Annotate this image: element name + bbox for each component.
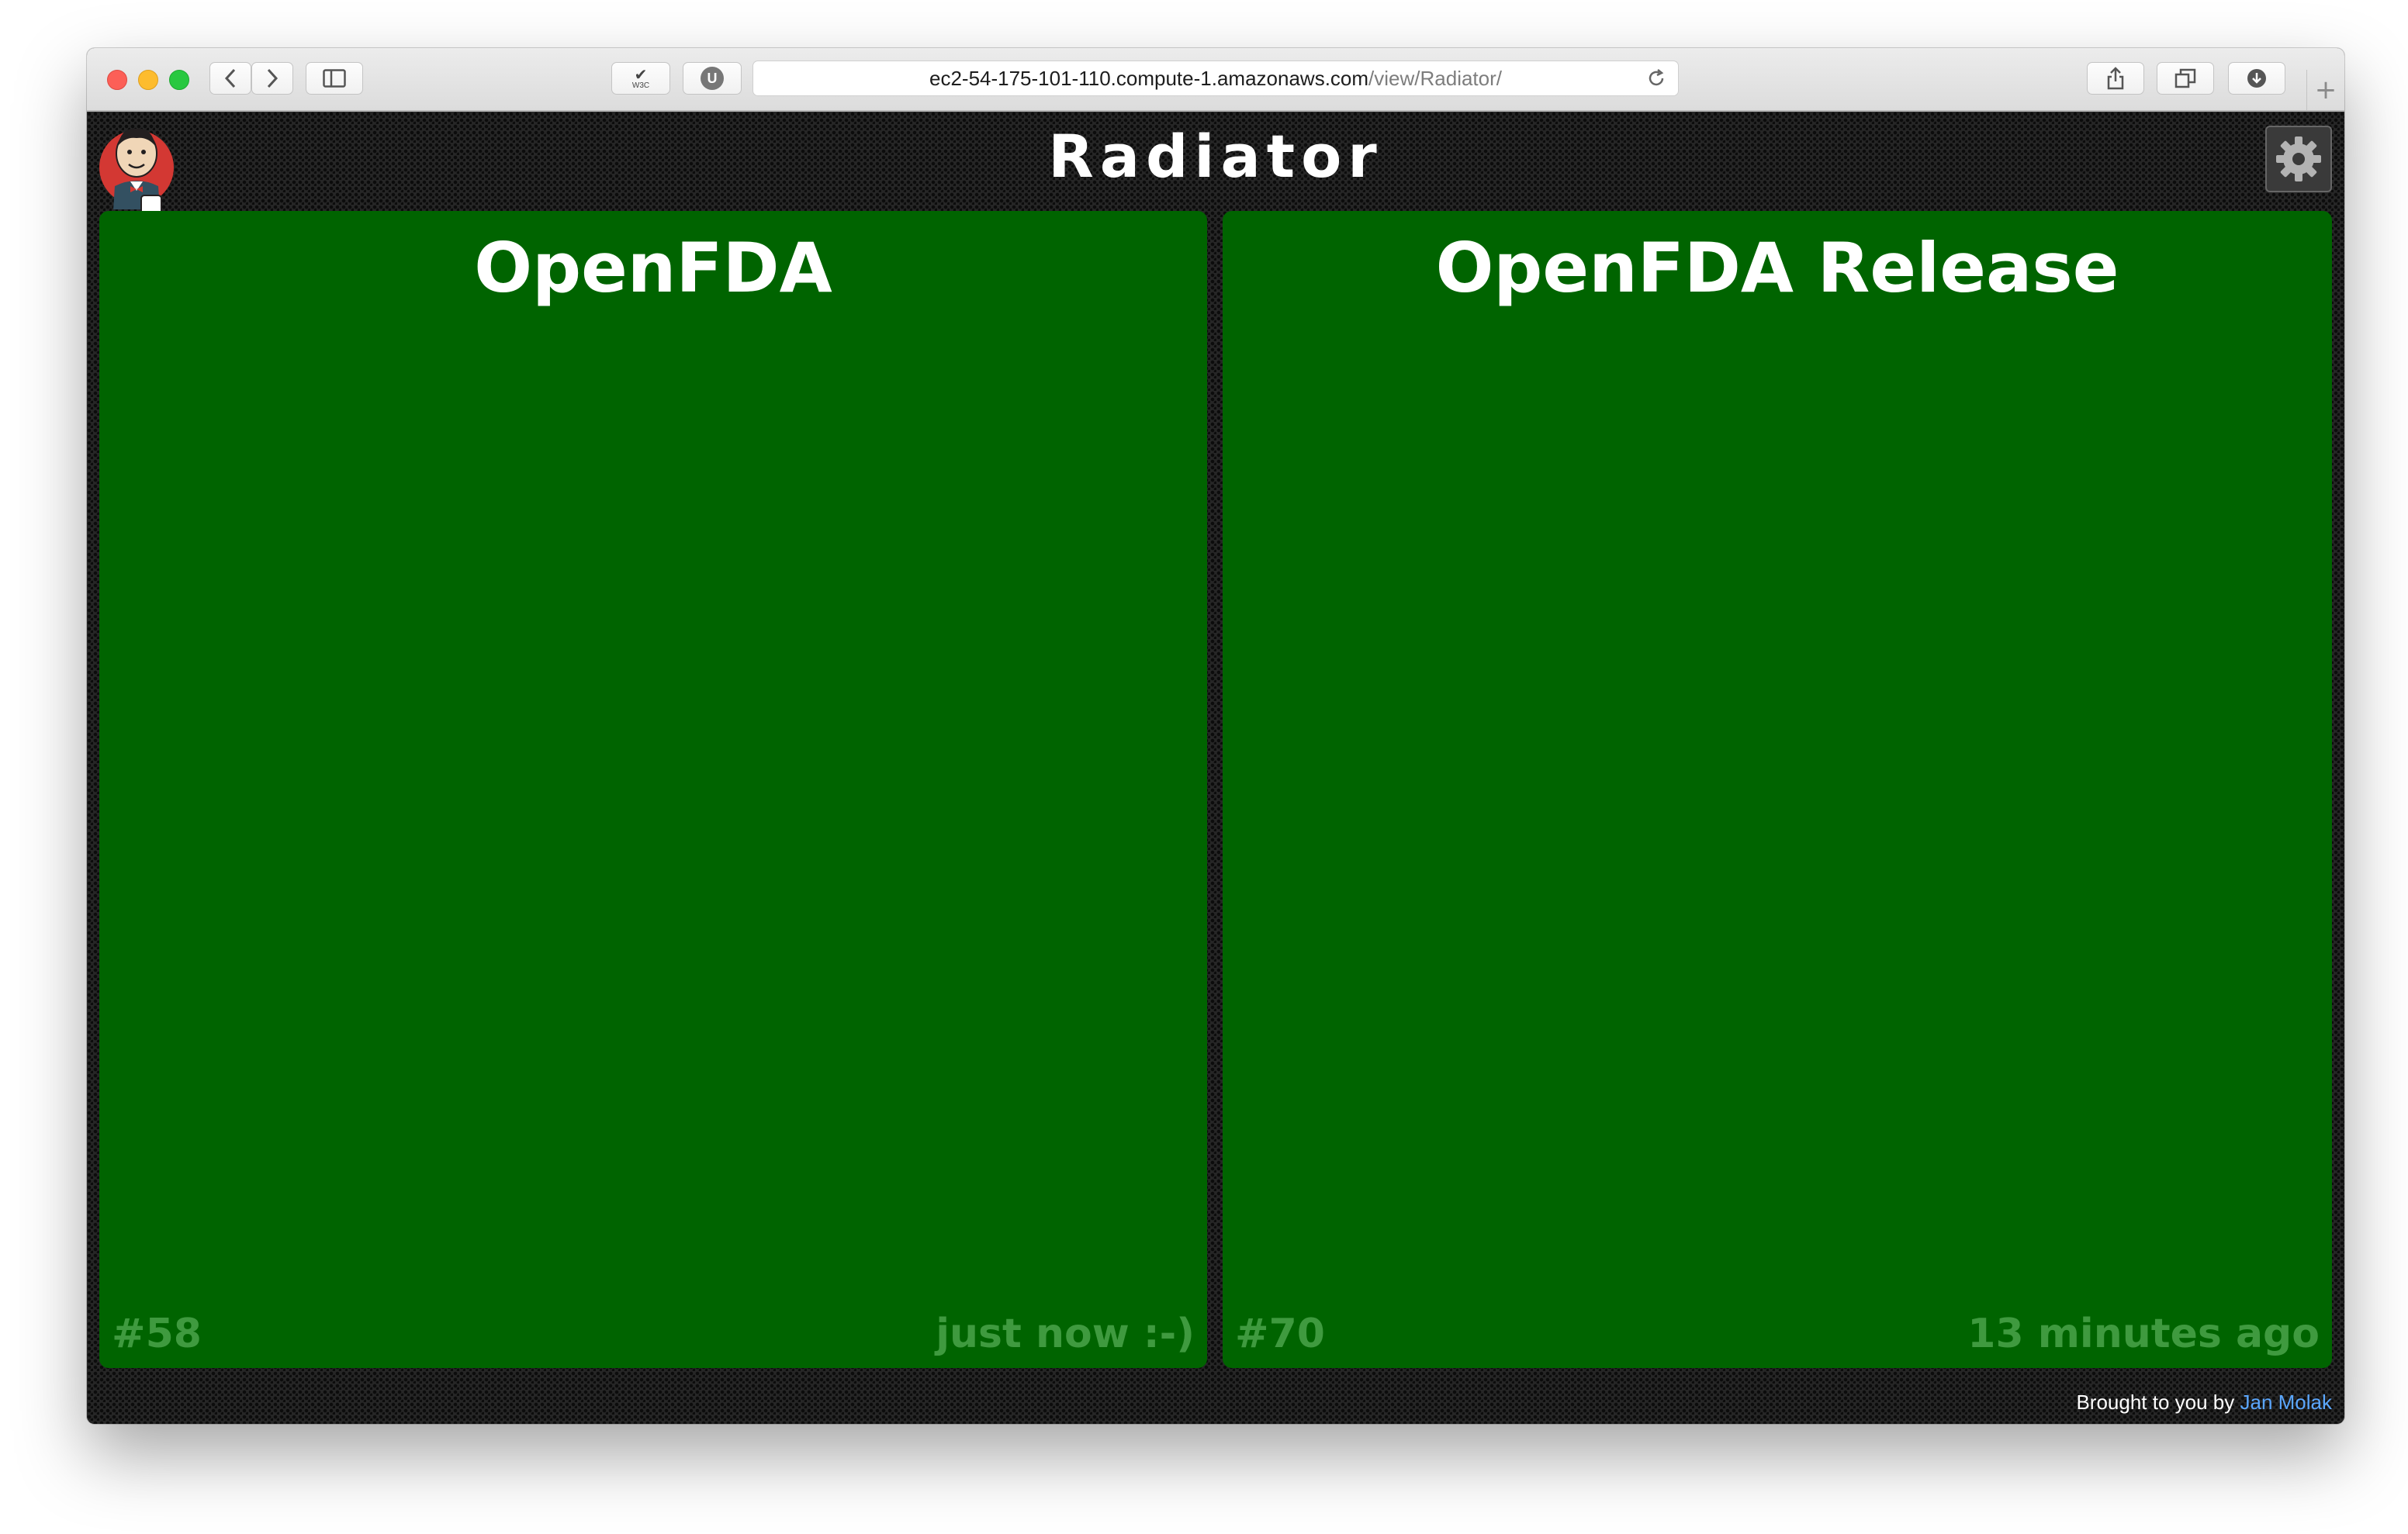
author-link[interactable]: Jan Molak	[2240, 1391, 2333, 1414]
job-tile-openfda[interactable]: OpenFDA #58 just now :-)	[99, 211, 1207, 1368]
job-tile-openfda-release[interactable]: OpenFDA Release #70 13 minutes ago	[1223, 211, 2332, 1368]
browser-toolbar: ✔ W3C U ec2-54-175-101-110.compute-1.ama…	[87, 48, 2344, 112]
url-path: /view/Radiator/	[1368, 66, 1502, 90]
tabs-overview-button[interactable]	[2157, 62, 2214, 95]
sidebar-button[interactable]	[306, 62, 363, 95]
job-build-number: #58	[112, 1311, 202, 1357]
page-title: Radiator	[1048, 122, 1383, 191]
w3c-validator-button[interactable]: ✔ W3C	[611, 62, 670, 95]
w3c-icon: ✔ W3C	[631, 65, 650, 90]
minimize-window-button[interactable]	[138, 70, 158, 90]
download-icon	[2247, 69, 2266, 88]
address-bar[interactable]: ec2-54-175-101-110.compute-1.amazonaws.c…	[752, 60, 1679, 96]
chevron-left-icon	[224, 68, 236, 88]
settings-button[interactable]	[2265, 126, 2332, 192]
chevron-right-icon	[267, 68, 279, 88]
job-name: OpenFDA Release	[1435, 228, 2119, 308]
ublock-button[interactable]: U	[683, 62, 742, 95]
close-window-button[interactable]	[107, 70, 127, 90]
job-last-build-time: 13 minutes ago	[1967, 1311, 2320, 1357]
url-host: ec2-54-175-101-110.compute-1.amazonaws.c…	[929, 66, 1369, 90]
job-last-build-time: just now :-)	[936, 1311, 1195, 1357]
zoom-window-button[interactable]	[169, 70, 189, 90]
browser-window: ✔ W3C U ec2-54-175-101-110.compute-1.ama…	[87, 48, 2344, 1424]
job-name: OpenFDA	[474, 228, 832, 308]
share-icon	[2107, 67, 2124, 90]
radiator-page: Radiator OpenFDA #58 just now:-) OpenFD…	[87, 112, 2344, 1424]
footer-credit: Brought to you by Jan Molak	[2076, 1391, 2332, 1415]
forward-button[interactable]	[251, 62, 293, 95]
tabs-icon	[2174, 68, 2196, 88]
sidebar-icon	[323, 69, 346, 88]
downloads-button[interactable]	[2228, 62, 2285, 95]
job-build-number: #70	[1235, 1311, 1325, 1357]
new-tab-button[interactable]: +	[2306, 70, 2344, 110]
gear-icon	[2276, 136, 2321, 181]
ublock-icon: U	[701, 67, 724, 90]
back-button[interactable]	[209, 62, 251, 95]
share-button[interactable]	[2087, 62, 2144, 95]
reload-icon[interactable]	[1645, 67, 1667, 89]
footer-prefix: Brought to you by	[2076, 1391, 2235, 1414]
